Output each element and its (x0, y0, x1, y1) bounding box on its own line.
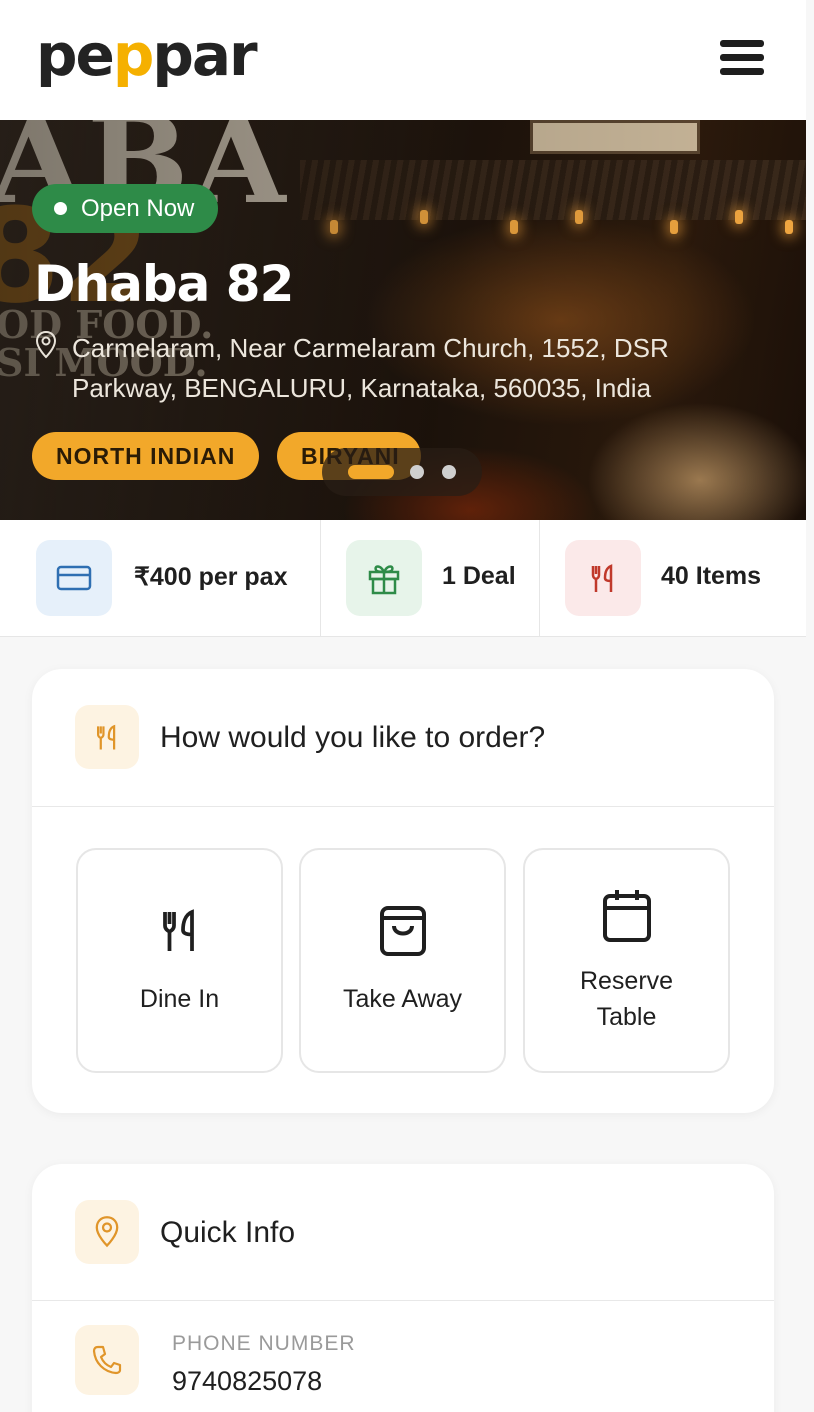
carousel-dot[interactable] (410, 465, 424, 479)
open-status-badge: Open Now (32, 184, 219, 233)
order-card-title: How would you like to order? (160, 721, 546, 754)
status-dot-icon (54, 202, 67, 215)
card-icon (36, 540, 112, 616)
cutlery-icon (565, 540, 641, 616)
hamburger-menu-icon[interactable] (720, 40, 764, 80)
phone-label: PHONE NUMBER (172, 1332, 356, 1355)
restaurant-address: Carmelaram, Near Carmelaram Church, 1552… (72, 333, 669, 403)
peppar-logo[interactable]: peppar (36, 26, 258, 84)
phone-icon (75, 1325, 139, 1395)
app-header: peppar (0, 0, 806, 120)
stat-price: ₹400 per pax (0, 520, 321, 637)
stat-items[interactable]: 40 Items (540, 520, 806, 637)
reserve-table-button[interactable]: Reserve Table (523, 848, 730, 1073)
cutlery-icon (152, 902, 208, 958)
restaurant-name: Dhaba 82 (34, 255, 294, 313)
take-away-button[interactable]: Take Away (299, 848, 506, 1073)
location-pin-icon (35, 330, 57, 359)
dine-in-button[interactable]: Dine In (76, 848, 283, 1073)
calendar-icon (599, 888, 655, 944)
gift-icon (346, 540, 422, 616)
hero-banner[interactable]: ABA 82 OD FOOD.SI MOOD. Open Now Dhaba 8… (0, 120, 806, 520)
location-pin-icon (75, 1200, 139, 1264)
cuisine-tag[interactable]: NORTH INDIAN (32, 432, 260, 480)
cutlery-icon (75, 705, 139, 769)
quick-info-title: Quick Info (160, 1216, 296, 1249)
phone-number[interactable]: 9740825078 (172, 1366, 322, 1397)
carousel-dot-active[interactable] (348, 465, 394, 479)
bag-icon (375, 902, 431, 958)
quick-info-header: Quick Info (32, 1164, 774, 1301)
carousel-dot[interactable] (442, 465, 456, 479)
order-card-header: How would you like to order? (32, 669, 774, 807)
stat-deals[interactable]: 1 Deal (321, 520, 540, 637)
order-type-card: How would you like to order? Dine In Tak… (32, 669, 774, 1113)
carousel-indicator (322, 448, 482, 496)
stats-bar: ₹400 per pax 1 Deal 40 Items (0, 520, 806, 637)
quick-info-card: Quick Info PHONE NUMBER 9740825078 (32, 1164, 774, 1412)
